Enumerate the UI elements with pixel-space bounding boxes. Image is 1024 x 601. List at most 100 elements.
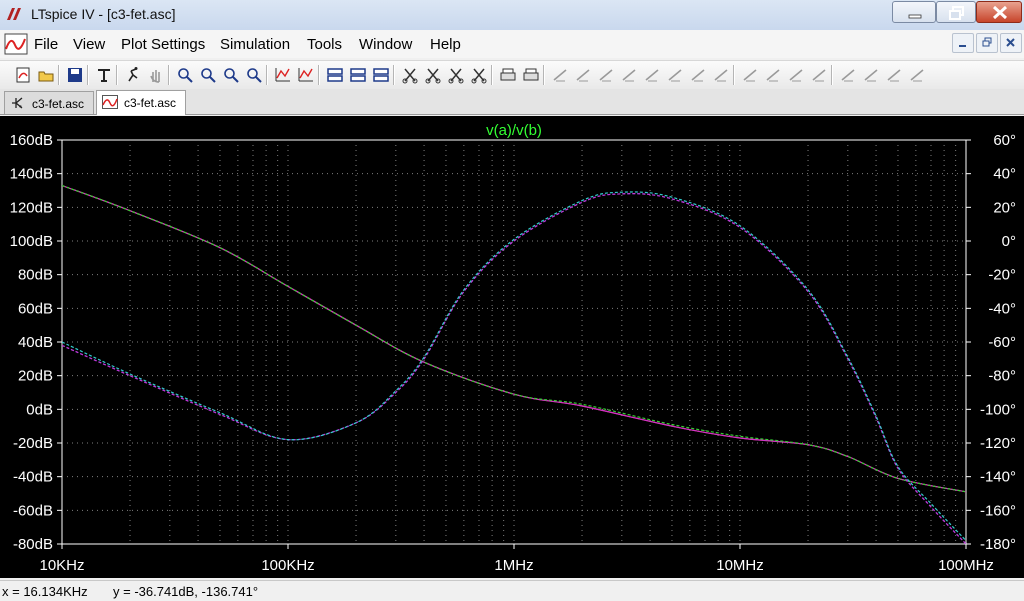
zoom-in-icon[interactable] (176, 66, 194, 84)
toolbar-separator (58, 65, 60, 85)
phase-trace-5 (62, 191, 966, 542)
zoom-cancel-icon[interactable] (245, 66, 263, 84)
redo-icon[interactable] (810, 66, 828, 84)
open-icon[interactable] (37, 66, 55, 84)
x-tick-label: 1MHz (494, 557, 533, 574)
plot-title: v(a)/v(b) (486, 122, 542, 139)
menu-tools[interactable]: Tools (307, 36, 342, 53)
menu-file[interactable]: File (34, 36, 58, 53)
print-icon[interactable] (522, 66, 540, 84)
inductor-icon[interactable] (666, 66, 684, 84)
label-icon[interactable] (597, 66, 615, 84)
autorange-icon[interactable] (274, 66, 292, 84)
tab-label: c3-fet.asc (32, 97, 85, 111)
close-button[interactable] (976, 1, 1022, 23)
y-right-tick-label: -20° (988, 267, 1016, 284)
mdi-restore-button[interactable] (976, 33, 998, 53)
menu-help[interactable]: Help (430, 36, 461, 53)
cursor-y-readout: y = -36.741dB, -136.741° (113, 584, 259, 599)
x-tick-label: 10KHz (39, 557, 84, 574)
close-icon (1006, 38, 1015, 47)
toolbar-separator (318, 65, 320, 85)
save-icon[interactable] (66, 66, 84, 84)
toolbar-separator (543, 65, 545, 85)
y-right-tick-label: -60° (988, 334, 1016, 351)
text-icon[interactable] (885, 66, 903, 84)
paste-icon[interactable] (447, 66, 465, 84)
menu-plot-settings[interactable]: Plot Settings (121, 36, 205, 53)
waveform-icon (102, 95, 118, 109)
restore-button[interactable] (936, 1, 976, 23)
component-icon[interactable] (712, 66, 730, 84)
x-tick-label: 100MHz (938, 557, 994, 574)
print-setup-icon[interactable] (499, 66, 517, 84)
tile-horizontal-icon[interactable] (326, 66, 344, 84)
run-icon[interactable] (124, 66, 142, 84)
menu-window[interactable]: Window (359, 36, 412, 53)
ltspice-logo-icon (7, 8, 21, 20)
move-icon[interactable] (741, 66, 759, 84)
y-right-tick-label: -100° (980, 401, 1016, 418)
menu-bar: File View Plot Settings Simulation Tools… (0, 30, 1024, 58)
y-right-tick-label: 20° (993, 199, 1016, 216)
toolbar-separator (491, 65, 493, 85)
y-right-tick-label: -40° (988, 300, 1016, 317)
cut-icon[interactable] (401, 66, 419, 84)
rotate-icon[interactable] (839, 66, 857, 84)
toolbar-separator (831, 65, 833, 85)
autorange-y-icon[interactable] (297, 66, 315, 84)
cursor-x-readout: x = 16.134KHz (2, 584, 88, 599)
title-bar: LTspice IV - [c3-fet.asc] (0, 0, 1024, 31)
resistor-icon[interactable] (620, 66, 638, 84)
y-left-tick-label: 120dB (10, 199, 53, 216)
drag-icon[interactable] (764, 66, 782, 84)
x-tick-label: 100KHz (261, 557, 314, 574)
minimize-button[interactable] (892, 1, 936, 23)
schematic-icon (12, 97, 23, 109)
toolbar-separator (168, 65, 170, 85)
waveform-plot[interactable]: 160dB 140dB 120dB 100dB 80dB 60dB 40dB 20dB 0dB -… (0, 116, 1024, 578)
toolbar-separator (87, 65, 89, 85)
mdi-minimize-button[interactable] (952, 33, 974, 53)
y-right-tick-label: 60° (993, 132, 1016, 149)
bode-plot[interactable]: 160dB 140dB 120dB 100dB 80dB 60dB 40dB 20dB 0dB -… (0, 116, 1024, 578)
zoom-area-icon[interactable] (199, 66, 217, 84)
control-panel-icon[interactable] (95, 66, 113, 84)
zoom-out-icon[interactable] (222, 66, 240, 84)
toolbar-separator (393, 65, 395, 85)
y-right-tick-label: -120° (980, 435, 1016, 452)
spice-directive-icon[interactable] (908, 66, 926, 84)
find-icon[interactable] (470, 66, 488, 84)
mirror-icon[interactable] (862, 66, 880, 84)
mdi-close-button[interactable] (1000, 33, 1022, 53)
minimize-icon (908, 14, 922, 19)
y-left-tick-label: 20dB (18, 368, 53, 385)
toolbar-separator (266, 65, 268, 85)
ground-icon[interactable] (574, 66, 592, 84)
tab-schematic[interactable]: c3-fet.asc (4, 91, 94, 114)
y-right-tick-label: -160° (980, 502, 1016, 519)
cascade-icon[interactable] (349, 66, 367, 84)
y-left-tick-label: 160dB (10, 132, 53, 149)
tab-waveform[interactable]: c3-fet.asc (96, 90, 186, 115)
menu-simulation[interactable]: Simulation (220, 36, 290, 53)
undo-icon[interactable] (787, 66, 805, 84)
y-right-tick-label: 0° (1002, 233, 1016, 250)
capacitor-icon[interactable] (643, 66, 661, 84)
new-schematic-icon[interactable] (14, 66, 32, 84)
close-icon (992, 5, 1008, 20)
y-left-tick-label: 140dB (10, 166, 53, 183)
halt-icon[interactable] (147, 66, 165, 84)
menu-view[interactable]: View (73, 36, 105, 53)
toolbar-separator (116, 65, 118, 85)
minimize-icon (959, 45, 966, 47)
copy-icon[interactable] (424, 66, 442, 84)
phase-trace-4 (62, 193, 966, 544)
diode-icon[interactable] (689, 66, 707, 84)
tile-vertical-icon[interactable] (372, 66, 390, 84)
y-left-tick-label: 100dB (10, 233, 53, 250)
y-left-tick-label: 0dB (26, 401, 53, 418)
restore-icon (982, 37, 992, 47)
wire-icon[interactable] (551, 66, 569, 84)
y-left-tick-label: -60dB (13, 502, 53, 519)
